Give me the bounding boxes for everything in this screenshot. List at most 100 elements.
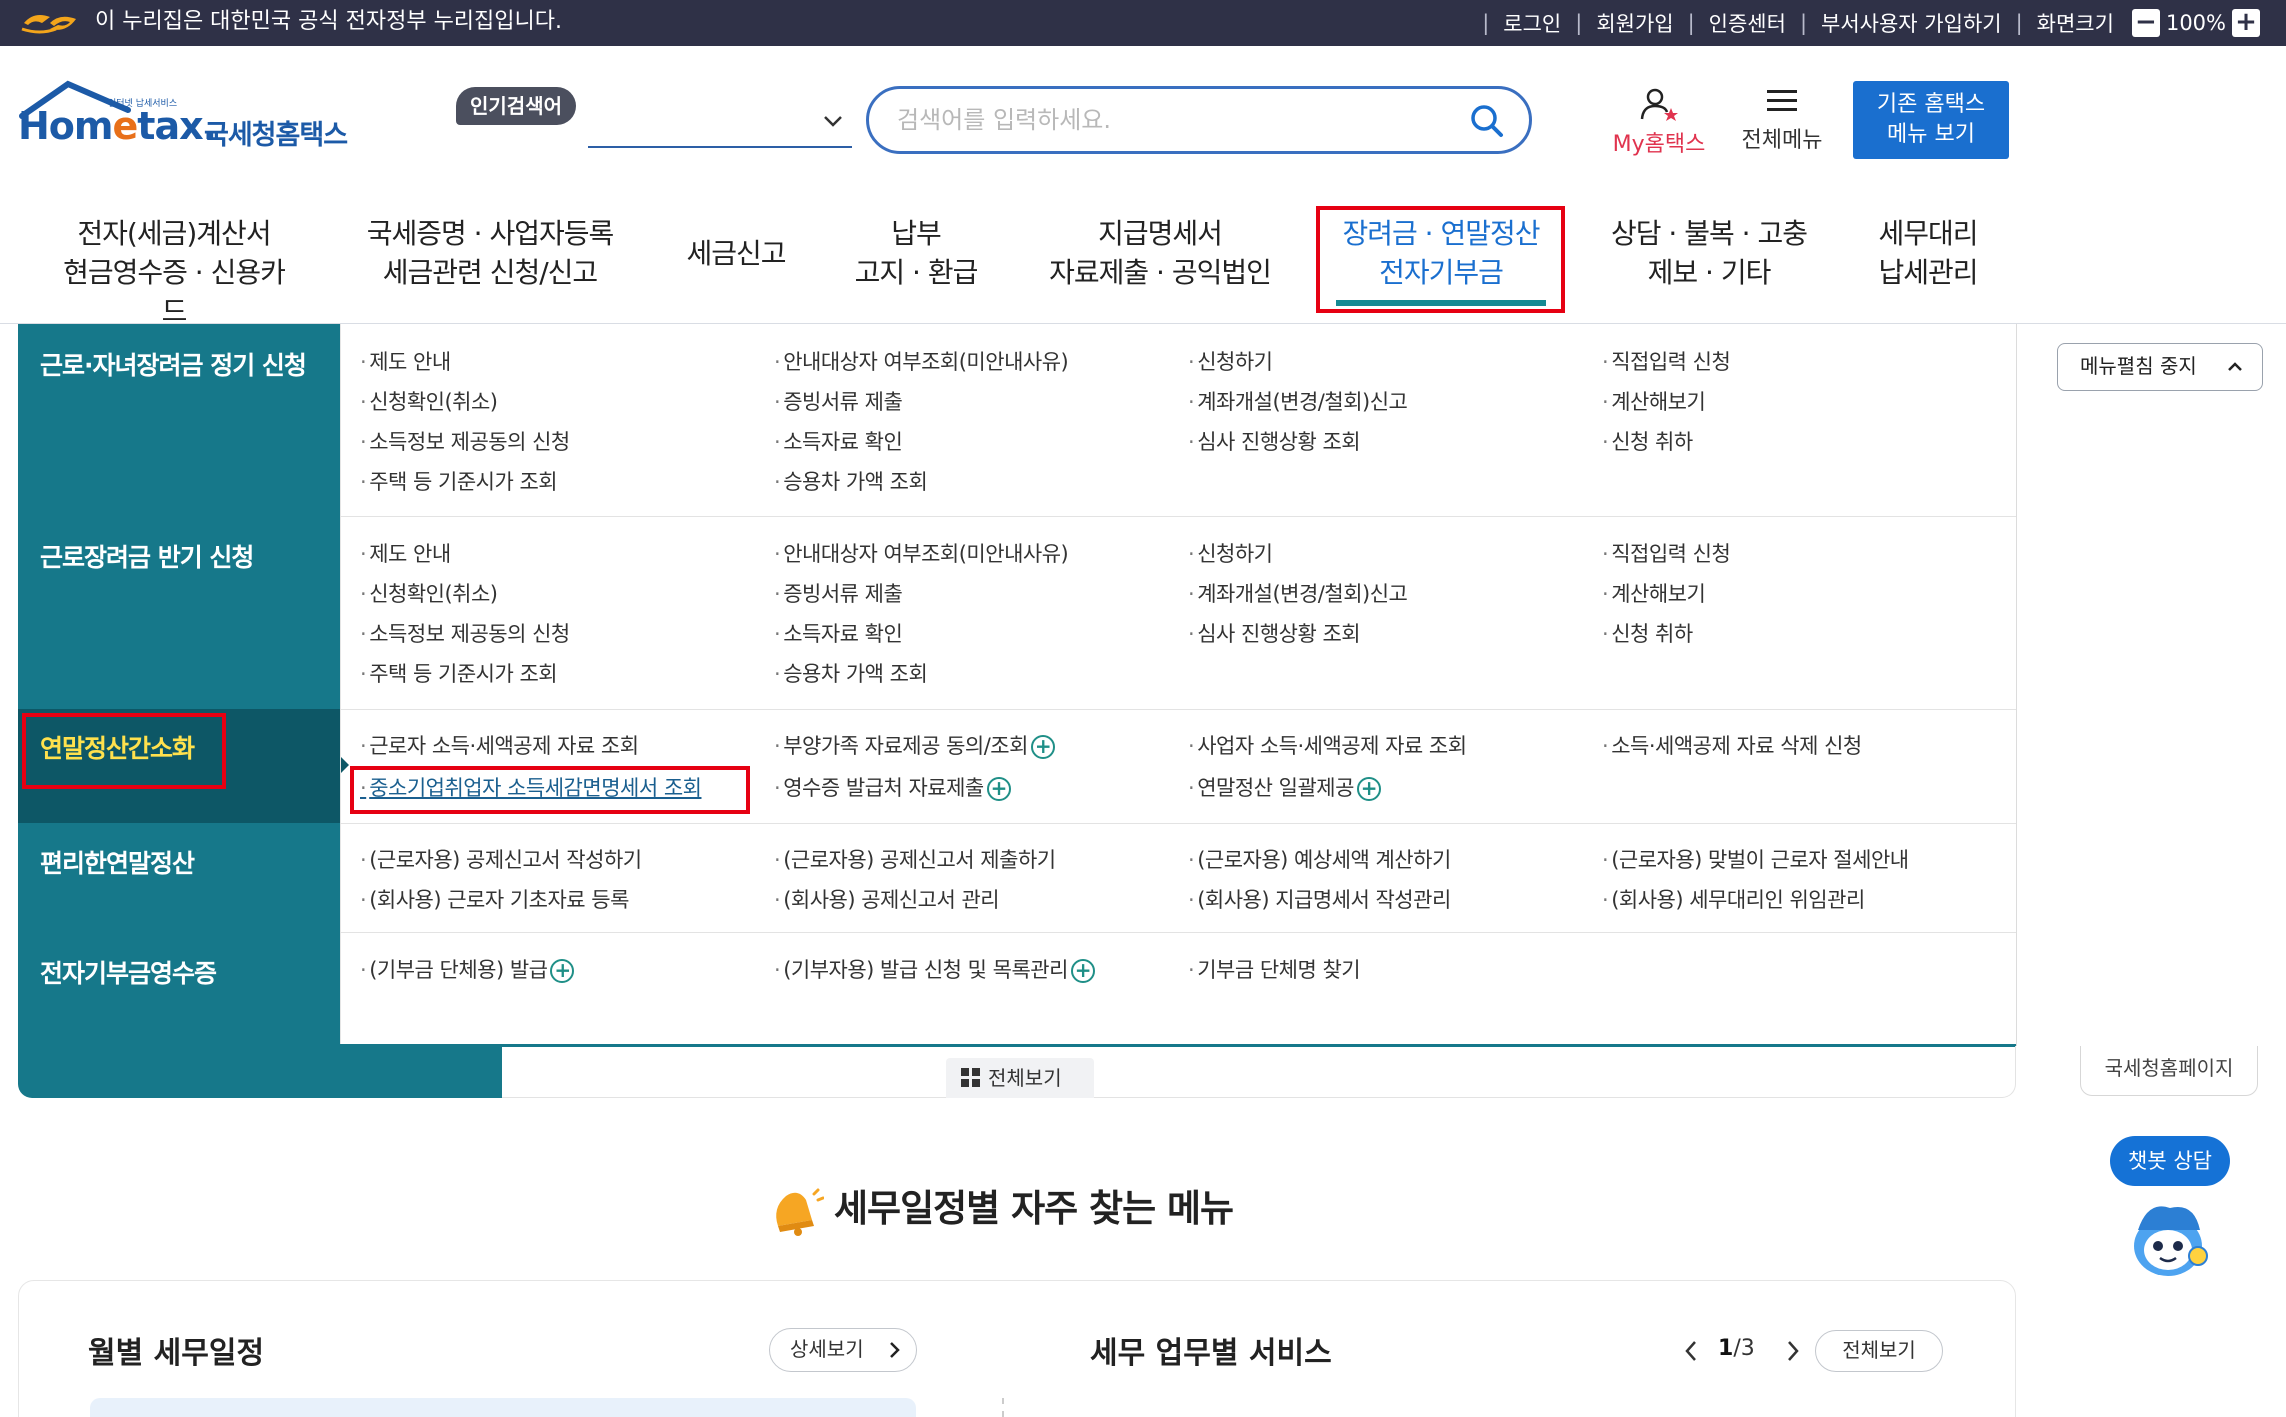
menu-item[interactable]: · 신청하기 [1188, 346, 1273, 376]
hometax-logo[interactable]: 인터넷 납세서비스 Hometax. 국세청홈택스 [18, 80, 358, 160]
expand-plus-icon[interactable]: + [1030, 735, 1055, 759]
expand-plus-icon[interactable]: + [1070, 959, 1095, 983]
cert-center-link[interactable]: 인증센터 [1709, 8, 1786, 38]
chevron-right-icon [890, 1342, 900, 1358]
menu-item[interactable]: · (근로자용) 공제신고서 작성하기 [360, 844, 642, 874]
zoom-out-button[interactable]: − [2131, 9, 2160, 37]
category-incentive-half[interactable]: 근로장려금 반기 신청 [40, 538, 254, 574]
menu-item[interactable]: · 소득정보 제공동의 신청 [360, 618, 570, 648]
menu-item[interactable]: · 직접입력 신청 [1602, 346, 1731, 376]
my-hometax-label: My홈택스 [1612, 132, 1706, 157]
menu-item[interactable]: · 안내대상자 여부조회(미안내사유) [774, 346, 1069, 376]
menu-item[interactable]: · 계좌개설(변경/철회)신고 [1188, 578, 1408, 608]
menu-item[interactable]: · (기부자용) 발급 신청 및 목록관리 + [774, 954, 1095, 984]
chevron-down-icon[interactable] [822, 110, 844, 132]
menu-item[interactable]: · (회사용) 세무대리인 위임관리 [1602, 884, 1865, 914]
menu-item[interactable]: · 주택 등 기준시가 조회 [360, 658, 558, 688]
menu-item[interactable]: · 증빙서류 제출 [774, 578, 903, 608]
menu-item[interactable]: · (회사용) 지급명세서 작성관리 [1188, 884, 1451, 914]
gnb-consultation[interactable]: 상담 · 불복 · 고충 제보 · 기타 [1596, 214, 1822, 292]
chatbot-mascot-icon[interactable] [2118, 1194, 2218, 1284]
gnb-payment[interactable]: 납부 고지 · 환급 [846, 214, 986, 292]
menu-item[interactable]: · 근로자 소득·세액공제 자료 조회 [360, 730, 639, 760]
menu-item[interactable]: · 영수증 발급처 자료제출 + [774, 772, 1011, 802]
menu-item[interactable]: · 심사 진행상황 조회 [1188, 618, 1361, 648]
nts-homepage-link[interactable]: 국세청홈페이지 [2080, 1046, 2258, 1096]
menu-item[interactable]: · (회사용) 근로자 기초자료 등록 [360, 884, 629, 914]
expand-plus-icon[interactable]: + [986, 777, 1011, 801]
menu-item[interactable]: · 소득자료 확인 [774, 426, 903, 456]
legacy-menu-label-1: 기존 홈택스 [1876, 92, 1986, 117]
menu-item[interactable]: · 계좌개설(변경/철회)신고 [1188, 386, 1408, 416]
expand-plus-icon[interactable]: + [1356, 777, 1381, 801]
category-e-donation-receipt[interactable]: 전자기부금영수증 [40, 954, 217, 990]
menu-item[interactable]: · 사업자 소득·세액공제 자료 조회 [1188, 730, 1467, 760]
search-icon[interactable] [1469, 103, 1505, 139]
login-link[interactable]: 로그인 [1503, 8, 1561, 38]
highlight-box-category [22, 713, 226, 789]
view-all-button[interactable]: 전체보기 [946, 1058, 1094, 1098]
service-by-task-title: 세무 업무별 서비스 [1090, 1336, 1332, 1371]
dept-user-signup-link[interactable]: 부서사용자 가입하기 [1821, 8, 2002, 38]
menu-item[interactable]: · 증빙서류 제출 [774, 386, 903, 416]
menu-item[interactable]: · 제도 안내 [360, 346, 451, 376]
menu-item[interactable]: · (기부금 단체용) 발급 + [360, 954, 575, 984]
menu-item[interactable]: · 연말정산 일괄제공 + [1188, 772, 1381, 802]
signup-link[interactable]: 회원가입 [1596, 8, 1673, 38]
menu-item[interactable]: · (회사용) 공제신고서 관리 [774, 884, 1000, 914]
menu-item[interactable]: · 심사 진행상황 조회 [1188, 426, 1361, 456]
menu-item[interactable]: · 기부금 단체명 찾기 [1188, 954, 1361, 984]
menu-item[interactable]: · 승용차 가액 조회 [774, 466, 928, 496]
gnb-tax-filing[interactable]: 세금신고 [676, 234, 796, 273]
schedule-card [18, 1280, 2016, 1417]
menu-expand-stop-button[interactable]: 메뉴펼침 중지 [2057, 343, 2263, 391]
global-navigation: 전자(세금)계산서 현금영수증 · 신용카드 국세증명 · 사업자등록 세금관련… [0, 200, 2286, 328]
menu-item[interactable]: · 부양가족 자료제공 동의/조회 + [774, 730, 1055, 760]
menu-item[interactable]: · (근로자용) 예상세액 계산하기 [1188, 844, 1451, 874]
zoom-in-button[interactable]: + [2232, 9, 2260, 37]
menu-item[interactable]: · 주택 등 기준시가 조회 [360, 466, 558, 496]
menu-item[interactable]: · (근로자용) 맞벌이 근로자 절세안내 [1602, 844, 1909, 874]
menu-item[interactable]: · 신청확인(취소) [360, 578, 498, 608]
menu-item[interactable]: · 소득자료 확인 [774, 618, 903, 648]
menu-item[interactable]: · 신청하기 [1188, 538, 1273, 568]
menu-item[interactable]: · 계산해보기 [1602, 578, 1706, 608]
menu-item[interactable]: · 신청확인(취소) [360, 386, 498, 416]
menu-item[interactable]: · 계산해보기 [1602, 386, 1706, 416]
zoom-level: 100% [2165, 11, 2226, 35]
category-convenient-yearend[interactable]: 편리한연말정산 [40, 844, 195, 880]
all-menu-label: 전체메뉴 [1741, 128, 1823, 153]
menu-item[interactable]: · 직접입력 신청 [1602, 538, 1731, 568]
user-star-icon [1640, 88, 1678, 121]
menu-item[interactable]: · 제도 안내 [360, 538, 451, 568]
mega-menu-categories [18, 324, 340, 1046]
menu-item[interactable]: · 안내대상자 여부조회(미안내사유) [774, 538, 1069, 568]
gnb-certificates[interactable]: 국세증명 · 사업자등록 세금관련 신청/신고 [360, 214, 620, 292]
menu-item[interactable]: · (근로자용) 공제신고서 제출하기 [774, 844, 1056, 874]
mega-menu-footer-accent [18, 1046, 502, 1098]
detail-view-button[interactable]: 상세보기 [769, 1328, 917, 1372]
chatbot-button[interactable]: 챗봇 상담 [2110, 1136, 2230, 1186]
egov-logo-icon [21, 15, 76, 34]
service-view-all-button[interactable]: 전체보기 [1815, 1330, 1943, 1372]
menu-item[interactable]: · 신청 취하 [1602, 426, 1693, 456]
legacy-menu-button[interactable]: 기존 홈택스 메뉴 보기 [1853, 81, 2009, 159]
gnb-einvoice[interactable]: 전자(세금)계산서 현금영수증 · 신용카드 [52, 214, 296, 331]
search-input[interactable] [897, 103, 1437, 137]
popular-search-badge: 인기검색어 [456, 87, 576, 125]
my-hometax-button[interactable]: My홈택스 [1604, 86, 1714, 157]
monthly-schedule-title: 월별 세무일정 [88, 1336, 265, 1371]
grid-icon [961, 1067, 980, 1087]
popular-search-dropdown[interactable] [588, 146, 852, 148]
gnb-tax-agent[interactable]: 세무대리 납세관리 [1864, 214, 1992, 292]
chevron-right-icon[interactable] [1784, 1338, 1802, 1364]
menu-item[interactable]: · 소득·세액공제 자료 삭제 신청 [1602, 730, 1862, 760]
category-incentive-regular[interactable]: 근로·자녀장려금 정기 신청 [40, 346, 307, 382]
chevron-left-icon[interactable] [1682, 1338, 1700, 1364]
all-menu-button[interactable]: 전체메뉴 [1732, 86, 1832, 156]
menu-item[interactable]: · 승용차 가액 조회 [774, 658, 928, 688]
menu-item[interactable]: · 소득정보 제공동의 신청 [360, 426, 570, 456]
menu-item[interactable]: · 신청 취하 [1602, 618, 1693, 648]
gnb-payment-statements[interactable]: 지급명세서 자료제출 · 공익법인 [1040, 214, 1280, 292]
expand-plus-icon[interactable]: + [550, 959, 575, 983]
